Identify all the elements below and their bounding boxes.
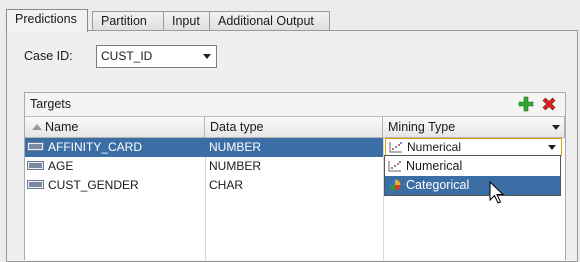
tab-partition[interactable]: Partition xyxy=(92,11,165,31)
name-cell[interactable]: AGE xyxy=(25,157,205,176)
tab-additional-output[interactable]: Additional Output xyxy=(209,11,330,31)
mining-type-select[interactable]: Numerical xyxy=(385,138,562,156)
name-cell[interactable]: CUST_GENDER xyxy=(25,176,205,195)
column-header-mining-type[interactable]: Mining Type xyxy=(383,117,565,138)
data-type-cell[interactable]: NUMBER xyxy=(205,157,383,176)
numerical-icon xyxy=(388,160,401,172)
column-type-icon xyxy=(27,161,44,171)
mouse-cursor-icon xyxy=(489,181,505,204)
name-cell[interactable]: AFFINITY_CARD xyxy=(25,138,205,157)
chevron-down-icon xyxy=(548,145,556,150)
chevron-down-icon[interactable] xyxy=(552,125,560,130)
case-id-select[interactable]: CUST_ID xyxy=(96,45,217,68)
option-categorical[interactable]: Categorical xyxy=(385,176,560,195)
column-type-icon xyxy=(27,142,44,152)
column-header-data-type[interactable]: Data type xyxy=(205,117,383,138)
chevron-down-icon xyxy=(203,54,211,59)
sort-ascending-icon xyxy=(32,124,42,131)
data-type-cell[interactable]: CHAR xyxy=(205,176,383,195)
option-numerical[interactable]: Numerical xyxy=(385,157,560,176)
tab-input[interactable]: Input xyxy=(163,11,211,31)
plus-icon[interactable] xyxy=(518,96,534,112)
x-icon[interactable] xyxy=(541,96,557,112)
categorical-icon xyxy=(389,179,401,191)
column-type-icon xyxy=(27,180,44,190)
mining-type-value: Numerical xyxy=(407,140,462,154)
column-header-name[interactable]: Name xyxy=(25,117,205,138)
numerical-icon xyxy=(389,141,402,153)
mining-type-dropdown: Numerical Categorical xyxy=(384,155,561,196)
case-id-label: Case ID: xyxy=(24,49,73,63)
tab-predictions[interactable]: Predictions xyxy=(6,9,88,32)
data-type-cell[interactable]: NUMBER xyxy=(205,138,383,157)
targets-title: Targets xyxy=(30,97,71,111)
case-id-value: CUST_ID xyxy=(101,49,153,63)
